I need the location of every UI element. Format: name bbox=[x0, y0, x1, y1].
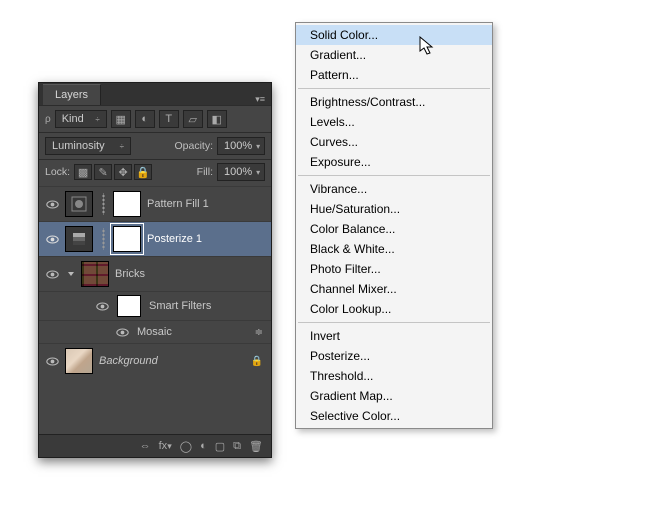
visibility-toggle[interactable] bbox=[45, 357, 59, 366]
layer-thumb-image bbox=[65, 348, 93, 374]
menu-item[interactable]: Pattern... bbox=[296, 65, 492, 85]
layer-row[interactable]: Posterize 1 bbox=[39, 221, 271, 256]
smart-filters-header[interactable]: Smart Filters bbox=[39, 291, 271, 320]
footer-adjustment-icon[interactable]: ◐ bbox=[200, 440, 207, 452]
menu-separator bbox=[298, 322, 490, 323]
layer-name[interactable]: Posterize 1 bbox=[147, 233, 202, 245]
layer-name[interactable]: Pattern Fill 1 bbox=[147, 198, 209, 210]
layer-row[interactable]: Bricks bbox=[39, 256, 271, 291]
layer-mask-thumb[interactable] bbox=[113, 226, 141, 252]
filter-type-pixel-icon[interactable]: ▦ bbox=[111, 110, 131, 128]
lock-pixels-icon[interactable]: ✎ bbox=[94, 164, 112, 180]
menu-item[interactable]: Curves... bbox=[296, 132, 492, 152]
lock-position-icon[interactable]: ✥ bbox=[114, 164, 132, 180]
layer-name[interactable]: Background bbox=[99, 355, 158, 367]
filter-name[interactable]: Mosaic bbox=[137, 326, 172, 338]
menu-item[interactable]: Levels... bbox=[296, 112, 492, 132]
visibility-toggle[interactable] bbox=[45, 270, 59, 279]
fill-value: 100% bbox=[224, 166, 252, 178]
lock-row: Lock: ▩ ✎ ✥ 🔒 Fill: 100% ▾ bbox=[39, 159, 271, 184]
footer-trash-icon[interactable]: 🗑 bbox=[249, 440, 263, 453]
blend-row: Luminosity ÷ Opacity: 100% ▾ bbox=[39, 132, 271, 159]
layer-row[interactable]: Pattern Fill 1 bbox=[39, 186, 271, 221]
smart-filters-label: Smart Filters bbox=[149, 300, 211, 312]
filter-type-text-icon[interactable]: T bbox=[159, 110, 179, 128]
menu-item[interactable]: Gradient... bbox=[296, 45, 492, 65]
menu-item[interactable]: Threshold... bbox=[296, 366, 492, 386]
opacity-field[interactable]: 100% ▾ bbox=[217, 137, 265, 155]
filter-type-smart-icon[interactable]: ◧ bbox=[207, 110, 227, 128]
fill-label: Fill: bbox=[197, 166, 213, 178]
opacity-value: 100% bbox=[224, 140, 252, 152]
lock-icon: 🔒 bbox=[251, 356, 263, 367]
menu-separator bbox=[298, 88, 490, 89]
lock-transparent-icon[interactable]: ▩ bbox=[74, 164, 92, 180]
blend-mode-value: Luminosity bbox=[52, 140, 105, 152]
visibility-toggle[interactable] bbox=[45, 235, 59, 244]
layer-thumb-image bbox=[81, 261, 109, 287]
menu-item[interactable]: Photo Filter... bbox=[296, 259, 492, 279]
menu-item[interactable]: Invert bbox=[296, 326, 492, 346]
layer-thumb-icon bbox=[65, 226, 93, 252]
link-mask-icon bbox=[99, 228, 107, 250]
menu-item[interactable]: Black & White... bbox=[296, 239, 492, 259]
menu-item[interactable]: Color Balance... bbox=[296, 219, 492, 239]
layers-panel: Layers ▾≡ ρ Kind ÷ ▦ ◐ T ▱ ◧ Luminosity … bbox=[38, 82, 272, 458]
filter-type-adjust-icon[interactable]: ◐ bbox=[135, 110, 155, 128]
menu-item[interactable]: Color Lookup... bbox=[296, 299, 492, 319]
menu-item[interactable]: Brightness/Contrast... bbox=[296, 92, 492, 112]
footer-new-layer-icon[interactable]: ⧉ bbox=[233, 440, 241, 453]
filter-mask-thumb[interactable] bbox=[117, 295, 141, 317]
blend-mode-select[interactable]: Luminosity ÷ bbox=[45, 137, 131, 155]
footer-fx-icon[interactable]: fx▾ bbox=[159, 440, 172, 452]
layer-thumb-icon bbox=[65, 191, 93, 217]
filter-kind-label: Kind bbox=[62, 113, 84, 125]
new-fill-adjustment-menu: Solid Color...Gradient...Pattern... Brigh… bbox=[295, 22, 493, 429]
visibility-toggle[interactable] bbox=[45, 200, 59, 209]
menu-item[interactable]: Hue/Saturation... bbox=[296, 199, 492, 219]
panel-menu-icon[interactable]: ▾≡ bbox=[255, 94, 265, 105]
visibility-toggle[interactable] bbox=[115, 328, 129, 337]
menu-item[interactable]: Channel Mixer... bbox=[296, 279, 492, 299]
menu-item[interactable]: Solid Color... bbox=[296, 25, 492, 45]
footer-mask-icon[interactable]: ◯ bbox=[180, 440, 192, 453]
menu-item[interactable]: Exposure... bbox=[296, 152, 492, 172]
layer-mask-thumb[interactable] bbox=[113, 191, 141, 217]
filter-row: ρ Kind ÷ ▦ ◐ T ▱ ◧ bbox=[39, 105, 271, 132]
menu-separator bbox=[298, 175, 490, 176]
filter-icon: ρ bbox=[45, 114, 51, 125]
opacity-label: Opacity: bbox=[174, 140, 213, 152]
layer-list: Pattern Fill 1 Posterize 1 Bricks Smart … bbox=[39, 184, 271, 434]
fill-field[interactable]: 100% ▾ bbox=[217, 163, 265, 181]
tab-layers[interactable]: Layers bbox=[43, 84, 101, 105]
footer-group-icon[interactable]: ▢ bbox=[215, 440, 225, 453]
layer-row[interactable]: Background 🔒 bbox=[39, 343, 271, 378]
menu-item[interactable]: Gradient Map... bbox=[296, 386, 492, 406]
lock-label: Lock: bbox=[45, 166, 70, 178]
layer-name[interactable]: Bricks bbox=[115, 268, 145, 280]
disclosure-triangle-icon[interactable] bbox=[68, 272, 74, 276]
menu-item[interactable]: Posterize... bbox=[296, 346, 492, 366]
lock-all-icon[interactable]: 🔒 bbox=[134, 164, 152, 180]
smart-filter-item[interactable]: Mosaic ≑ bbox=[39, 320, 271, 343]
filter-kind-select[interactable]: Kind ÷ bbox=[55, 110, 107, 128]
filter-type-shape-icon[interactable]: ▱ bbox=[183, 110, 203, 128]
panel-footer: ⇔ fx▾ ◯ ◐ ▢ ⧉ 🗑 bbox=[39, 434, 271, 457]
footer-link-icon[interactable]: ⇔ bbox=[140, 440, 151, 452]
link-mask-icon bbox=[99, 193, 107, 215]
menu-item[interactable]: Vibrance... bbox=[296, 179, 492, 199]
visibility-toggle[interactable] bbox=[95, 302, 109, 311]
filter-options-icon[interactable]: ≑ bbox=[255, 327, 263, 338]
menu-item[interactable]: Selective Color... bbox=[296, 406, 492, 426]
panel-tab-bar: Layers ▾≡ bbox=[39, 83, 271, 105]
